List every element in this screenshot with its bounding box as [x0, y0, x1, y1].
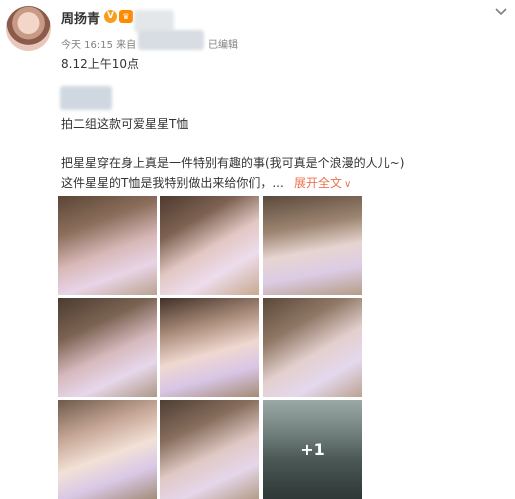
post-text-line-1: 8.12上午10点	[61, 57, 139, 71]
avatar[interactable]	[6, 6, 51, 51]
photo-thumbnail[interactable]	[160, 400, 259, 499]
photo-thumbnail[interactable]	[263, 196, 362, 295]
expand-full-text-link[interactable]: 展开全文 ∨	[294, 174, 351, 191]
crown-icon: ♛	[119, 10, 133, 23]
blurred-region	[134, 10, 174, 32]
post-meta: 今天 16:15 来自 已编辑	[61, 36, 238, 51]
photo-grid: +1	[58, 196, 362, 499]
blurred-source	[138, 30, 204, 50]
photo-thumbnail-more[interactable]: +1	[263, 400, 362, 499]
photo-thumbnail[interactable]	[58, 196, 157, 295]
chevron-down-icon: ∨	[344, 179, 352, 190]
verified-badge-icon: V	[104, 10, 117, 23]
photo-thumbnail[interactable]	[160, 196, 259, 295]
photo-thumbnail[interactable]	[58, 400, 157, 499]
post-time[interactable]: 今天 16:15 来自	[61, 40, 136, 51]
username[interactable]: 周扬青	[61, 8, 100, 27]
photo-thumbnail[interactable]	[263, 298, 362, 397]
post-text-line-3: 把星星穿在身上真是一件特别有趣的事(我可真是个浪漫的人儿~)	[61, 156, 405, 170]
blurred-text	[60, 86, 112, 110]
photo-thumbnail[interactable]	[160, 298, 259, 397]
more-photos-count[interactable]: +1	[263, 400, 362, 499]
chevron-down-icon[interactable]	[494, 6, 508, 18]
photo-thumbnail[interactable]	[58, 298, 157, 397]
post-text-line-2: 拍二组这款可爱星星T恤	[61, 117, 189, 131]
post-text-line-4: 这件星星的T恤是我特别做出来给你们，...	[61, 176, 284, 190]
edited-label[interactable]: 已编辑	[208, 36, 238, 51]
expand-label[interactable]: 展开全文	[294, 176, 342, 190]
